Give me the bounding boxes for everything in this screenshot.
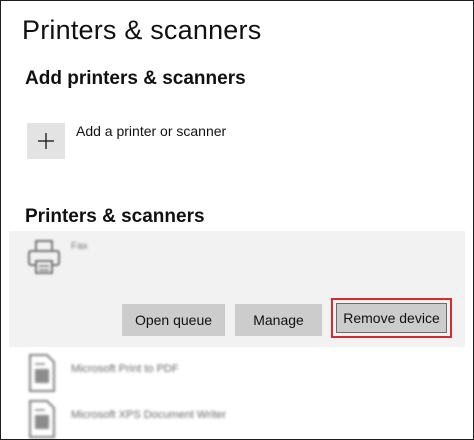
printer-name: Microsoft XPS Document Writer — [71, 409, 227, 421]
add-printer-label[interactable]: Add a printer or scanner — [76, 123, 226, 139]
document-icon — [29, 354, 55, 392]
printer-list-item[interactable]: Microsoft Print to PDF — [27, 353, 457, 393]
add-section-heading: Add printers & scanners — [25, 68, 246, 89]
add-printer-button[interactable] — [27, 123, 65, 159]
printer-list-item[interactable]: Microsoft XPS Document Writer — [27, 399, 457, 439]
settings-window: Printers & scanners Add printers & scann… — [0, 0, 474, 440]
printer-name: Fax — [71, 241, 88, 252]
manage-button[interactable]: Manage — [235, 304, 322, 336]
document-icon — [29, 400, 55, 438]
printers-list-heading: Printers & scanners — [25, 206, 205, 227]
printer-icon — [28, 240, 60, 274]
printer-name: Microsoft Print to PDF — [71, 363, 179, 375]
open-queue-button[interactable]: Open queue — [122, 304, 225, 336]
remove-device-button[interactable]: Remove device — [336, 303, 447, 333]
page-title: Printers & scanners — [22, 15, 262, 45]
plus-icon — [38, 133, 54, 149]
printer-list-item-selected[interactable]: Fax Open queue Manage Remove device — [9, 231, 465, 347]
